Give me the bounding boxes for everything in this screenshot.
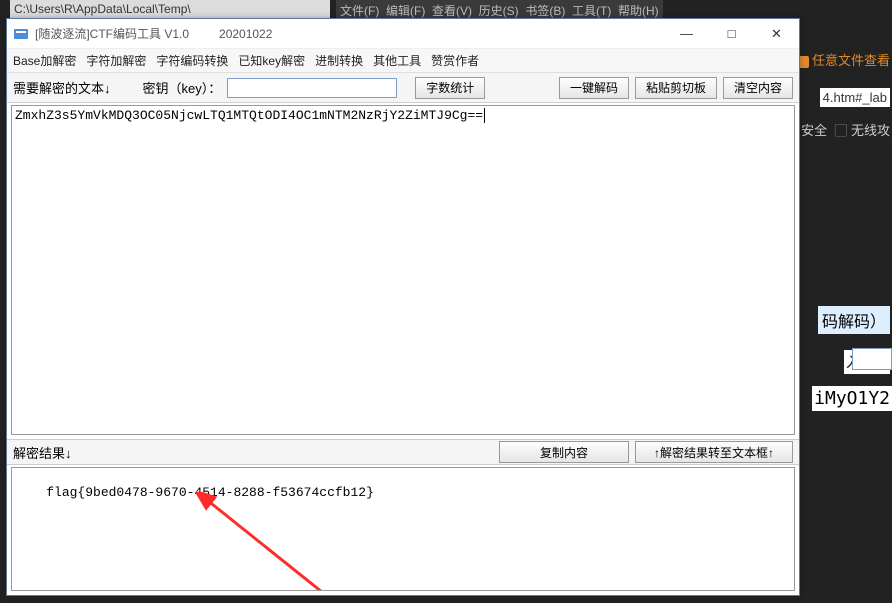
menu-other[interactable]: 其他工具 xyxy=(373,52,421,69)
charcount-button[interactable]: 字数统计 xyxy=(415,77,485,99)
ctf-tool-window: [随波逐流]CTF编码工具 V1.0 20201022 — □ ✕ Base加解… xyxy=(6,18,800,596)
menu-char-crypt[interactable]: 字符加解密 xyxy=(86,52,146,69)
toolbar: 需要解密的文本↓ 密钥（key）： 字数统计 一键解码 粘贴剪切板 清空内容 xyxy=(7,73,799,103)
minimize-button[interactable]: — xyxy=(664,20,709,48)
bg-browser-bookmarks[interactable]: ▢ 安全 ▢ 无线攻 xyxy=(784,120,890,139)
result-text-content: flag{9bed0478-9670-4514-8288-f53674ccfb1… xyxy=(46,485,374,500)
window-title: [随波逐流]CTF编码工具 V1.0 xyxy=(35,25,189,42)
result-header: 解密结果↓ 复制内容 ↑解密结果转至文本框↑ xyxy=(7,439,799,465)
annotation-arrow-icon xyxy=(192,492,332,591)
text-cursor xyxy=(484,108,493,123)
window-controls: — □ ✕ xyxy=(664,20,799,48)
input-text-content: ZmxhZ3s5YmVkMDQ3OC05NjcwLTQ1MTQtODI4OC1m… xyxy=(15,108,483,123)
close-button[interactable]: ✕ xyxy=(754,20,799,48)
bg-side-text-1: 码解码） xyxy=(818,306,890,334)
bg-browser-tab[interactable]: 任意文件查看 xyxy=(797,50,890,69)
bg-side-input[interactable] xyxy=(852,348,892,370)
bg-side-text-3: iMyO1Y2 xyxy=(812,386,892,411)
menu-donate[interactable]: 赞赏作者 xyxy=(431,52,479,69)
bg-editor-path: C:\Users\R\AppData\Local\Temp\ xyxy=(10,0,330,18)
bg-browser-address[interactable]: 4.htm#_lab xyxy=(820,88,890,107)
input-textarea[interactable]: ZmxhZ3s5YmVkMDQ3OC05NjcwLTQ1MTQtODI4OC1m… xyxy=(11,105,795,435)
paste-button[interactable]: 粘贴剪切板 xyxy=(635,77,717,99)
menu-base[interactable]: Base加解密 xyxy=(13,52,76,69)
titlebar[interactable]: [随波逐流]CTF编码工具 V1.0 20201022 — □ ✕ xyxy=(7,19,799,49)
decode-button[interactable]: 一键解码 xyxy=(559,77,629,99)
menu-known-key[interactable]: 已知key解密 xyxy=(238,52,305,69)
clear-button[interactable]: 清空内容 xyxy=(723,77,793,99)
menu-radix[interactable]: 进制转换 xyxy=(315,52,363,69)
result-to-input-button[interactable]: ↑解密结果转至文本框↑ xyxy=(635,441,793,463)
window-date: 20201022 xyxy=(219,27,272,41)
key-label: 密钥（key）： xyxy=(143,78,222,97)
copy-result-button[interactable]: 复制内容 xyxy=(499,441,629,463)
app-icon xyxy=(13,26,29,42)
input-label: 需要解密的文本↓ xyxy=(13,78,111,97)
key-input[interactable] xyxy=(227,78,397,98)
result-textarea[interactable]: flag{9bed0478-9670-4514-8288-f53674ccfb1… xyxy=(11,467,795,591)
maximize-button[interactable]: □ xyxy=(709,20,754,48)
menu-char-encode[interactable]: 字符编码转换 xyxy=(156,52,228,69)
menubar: Base加解密 字符加解密 字符编码转换 已知key解密 进制转换 其他工具 赞… xyxy=(7,49,799,73)
result-label: 解密结果↓ xyxy=(13,443,493,462)
